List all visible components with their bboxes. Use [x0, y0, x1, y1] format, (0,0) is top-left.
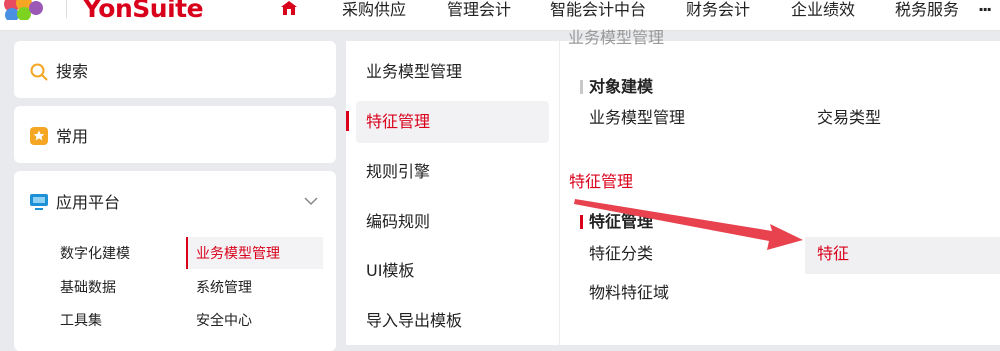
menu-item-ui-template[interactable]: UI模板: [366, 261, 414, 281]
search-label: 搜索: [56, 62, 89, 81]
clipped-group-title[interactable]: 业务模型管理: [568, 28, 664, 48]
top-navigation-bar: YonSuite 采购供应 管理会计 智能会计中台 财务会计 企业绩效 税务服务…: [0, 0, 1000, 31]
nav-item-accounting-center[interactable]: 智能会计中台: [550, 0, 646, 20]
link-transaction-type[interactable]: 交易类型: [817, 108, 881, 128]
home-icon[interactable]: [280, 0, 298, 16]
middle-menu-panel: 业务模型管理 特征管理 规则引擎 编码规则 UI模板 导入导出模板: [346, 41, 560, 345]
menu-item-business-model-mgmt[interactable]: 业务模型管理: [366, 62, 462, 82]
logo-divider: [66, 0, 67, 18]
favorites-card[interactable]: 常用: [14, 106, 336, 163]
menu-item-import-export-template[interactable]: 导入导出模板: [366, 311, 462, 331]
section-heading-feature-mgmt: 特征管理: [589, 212, 654, 231]
chevron-down-icon[interactable]: [304, 196, 318, 206]
link-business-model-mgmt[interactable]: 业务模型管理: [589, 108, 685, 128]
group-title-feature-mgmt[interactable]: 特征管理: [569, 172, 633, 192]
search-card[interactable]: 搜索: [14, 41, 336, 98]
search-icon: [30, 63, 48, 81]
menu-item-encoding-rules[interactable]: 编码规则: [366, 212, 430, 232]
platform-label[interactable]: 应用平台: [56, 193, 120, 213]
section-heading-object-modeling: 对象建模: [589, 77, 654, 96]
sub-item-toolset[interactable]: 工具集: [60, 312, 102, 330]
section-bar-feature-mgmt: [580, 215, 583, 229]
monitor-icon: [30, 194, 48, 210]
nav-item-management-accounting[interactable]: 管理会计: [447, 0, 511, 20]
menu-item-feature-mgmt[interactable]: 特征管理: [366, 112, 430, 132]
sub-item-basic-data[interactable]: 基础数据: [60, 279, 116, 297]
nav-item-tax-service[interactable]: 税务服务: [895, 0, 959, 20]
sub-item-digital-modeling[interactable]: 数字化建模: [60, 245, 130, 263]
menu-item-rule-engine[interactable]: 规则引擎: [366, 162, 430, 182]
link-material-feature-domain[interactable]: 物料特征域: [589, 283, 669, 303]
sub-item-business-model-mgmt[interactable]: 业务模型管理: [196, 245, 280, 263]
star-icon: [30, 127, 48, 145]
favorites-label: 常用: [56, 127, 89, 146]
nav-item-performance[interactable]: 企业绩效: [791, 0, 855, 20]
nav-item-financial-accounting[interactable]: 财务会计: [686, 0, 750, 20]
section-bar-object-modeling: [580, 80, 583, 94]
more-menu-icon[interactable]: ···: [978, 0, 992, 20]
nav-item-purchase[interactable]: 采购供应: [342, 0, 406, 20]
brand-name[interactable]: YonSuite: [83, 0, 204, 23]
active-menu-indicator: [346, 111, 349, 131]
sub-item-system-mgmt[interactable]: 系统管理: [196, 279, 252, 297]
link-feature[interactable]: 特征: [817, 244, 849, 264]
link-feature-category[interactable]: 特征分类: [589, 244, 653, 264]
yonsuite-logo-icon[interactable]: [0, 0, 50, 20]
sub-item-security-center[interactable]: 安全中心: [196, 312, 252, 330]
